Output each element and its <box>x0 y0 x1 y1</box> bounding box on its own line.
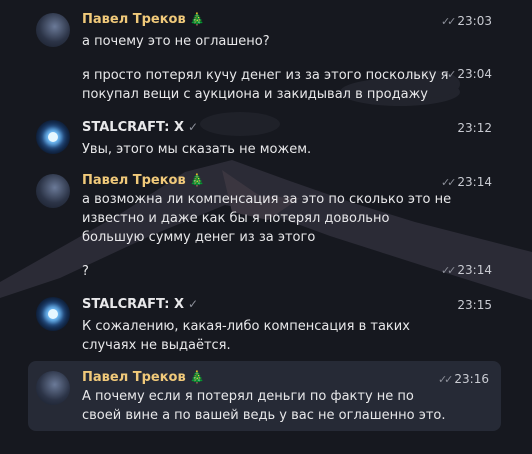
message-text: а возможна ли компенсация за это по скол… <box>82 192 452 245</box>
message-item-selected[interactable]: Павел Треков 🎄 А почему если я потерял де… <box>28 361 501 431</box>
tree-icon: 🎄 <box>189 370 205 384</box>
chat-history: Павел Треков 🎄 а почему это не оглашено? … <box>0 0 532 454</box>
author-name-text: Павел Треков <box>82 12 186 27</box>
avatar[interactable] <box>36 13 70 47</box>
message-time: 23:15 <box>457 298 492 312</box>
verified-icon: ✓ <box>187 297 199 311</box>
message-time: ✓✓ 23:14 <box>441 175 492 189</box>
author-name[interactable]: Павел Треков 🎄 <box>82 173 205 188</box>
time-text: 23:14 <box>457 263 492 277</box>
message-text: я просто потерял кучу денег из за этого … <box>82 68 449 102</box>
message-time: ✓✓ 23:14 <box>441 263 492 277</box>
message-time: ✓✓ 23:16 <box>438 372 489 386</box>
verified-icon: ✓ <box>187 120 199 134</box>
time-text: 23:03 <box>457 14 492 28</box>
message-time: 23:12 <box>457 121 492 135</box>
author-name-text: Павел Треков <box>82 173 186 188</box>
time-text: 23:16 <box>454 372 489 386</box>
avatar[interactable] <box>36 120 70 154</box>
time-text: 23:14 <box>457 175 492 189</box>
time-text: 23:04 <box>457 67 492 81</box>
message-time: ✓✓ 23:03 <box>441 14 492 28</box>
author-name[interactable]: STALCRAFT: X ✓ <box>82 297 198 312</box>
author-name-text: STALCRAFT: X <box>82 297 184 312</box>
avatar[interactable] <box>36 371 70 405</box>
read-checks-icon: ✓✓ <box>440 264 457 277</box>
message-time: ✓✓ 23:04 <box>441 67 492 81</box>
author-name-text: STALCRAFT: X <box>82 120 184 135</box>
read-checks-icon: ✓✓ <box>440 176 457 189</box>
author-name-text: Павел Треков <box>82 370 186 385</box>
avatar-glow <box>48 132 58 142</box>
avatar[interactable] <box>36 174 70 208</box>
message-text: Увы, этого мы сказать не можем. <box>82 142 312 157</box>
time-text: 23:15 <box>457 298 492 312</box>
author-name[interactable]: Павел Треков 🎄 <box>82 12 205 27</box>
message-text: К сожалению, какая-либо компенсация в та… <box>82 319 410 353</box>
author-name[interactable]: STALCRAFT: X ✓ <box>82 120 198 135</box>
message-text: а почему это не оглашено? <box>82 34 270 49</box>
read-checks-icon: ✓✓ <box>437 373 454 386</box>
avatar-glow <box>48 309 58 319</box>
read-checks-icon: ✓✓ <box>440 68 457 81</box>
message-text: А почему если я потерял деньги по факту … <box>82 389 446 423</box>
message-text: ? <box>82 264 89 279</box>
author-name[interactable]: Павел Треков 🎄 <box>82 370 205 385</box>
avatar[interactable] <box>36 297 70 331</box>
read-checks-icon: ✓✓ <box>440 15 457 28</box>
tree-icon: 🎄 <box>189 173 205 187</box>
tree-icon: 🎄 <box>189 12 205 26</box>
time-text: 23:12 <box>457 121 492 135</box>
